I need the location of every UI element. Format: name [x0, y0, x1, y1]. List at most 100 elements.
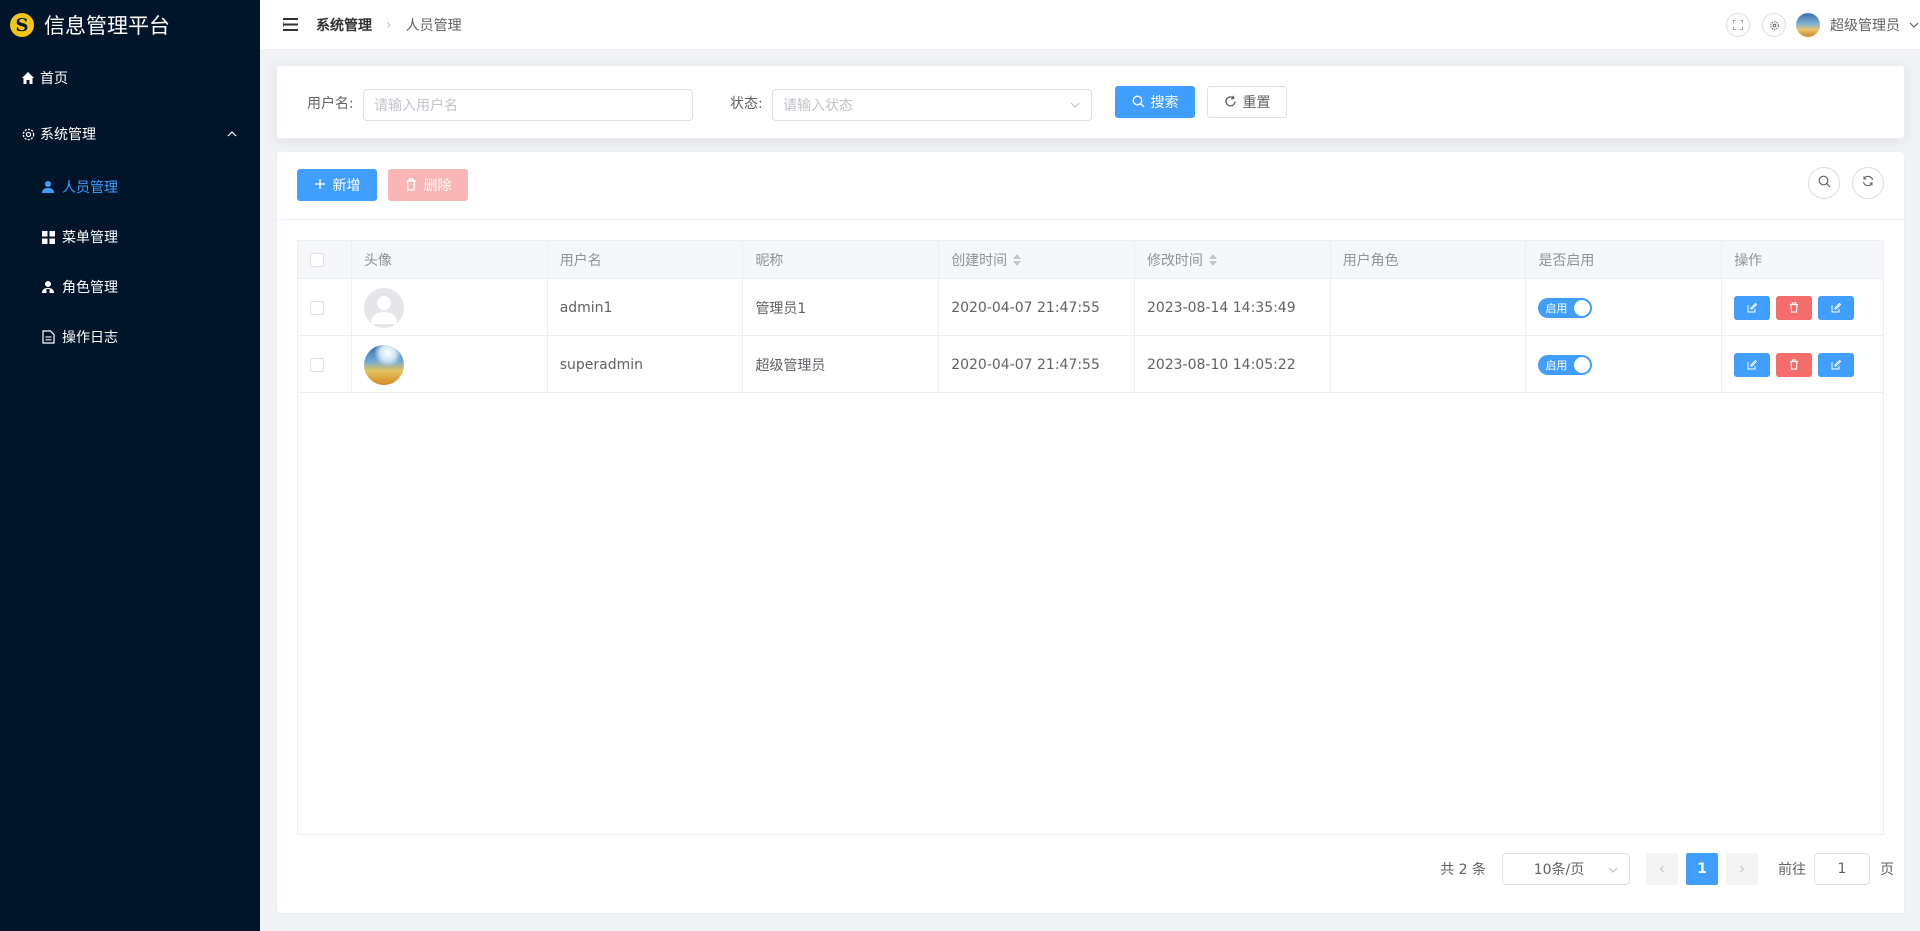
sidebar-item-label: 角色管理 [62, 280, 118, 296]
username-input[interactable]: 请输入用户名 [363, 89, 693, 121]
delete-row-button[interactable] [1776, 352, 1813, 377]
refresh-icon [1224, 95, 1238, 109]
jump-input[interactable]: 1 [1814, 853, 1870, 885]
edit-button[interactable] [1734, 352, 1771, 377]
switch-label: 启用 [1545, 358, 1568, 372]
plus-icon [314, 178, 328, 192]
add-button[interactable]: 新增 [297, 169, 377, 201]
grid-icon [40, 229, 56, 245]
username-label: 用户名: [307, 96, 354, 112]
edit-button[interactable] [1734, 295, 1771, 320]
sidebar-item-system[interactable]: 系统管理 [0, 106, 260, 162]
pagination-total: 共 2 条 [1440, 862, 1486, 878]
app-title: 信息管理平台 [44, 14, 170, 38]
enabled-cell: 启用 [1526, 336, 1723, 393]
user-icon [40, 179, 56, 195]
add-button-label: 新增 [332, 178, 361, 194]
column-header-label: 修改时间 [1146, 253, 1203, 269]
username-cell: superadmin [548, 336, 744, 393]
hamburger-icon[interactable] [282, 17, 298, 33]
breadcrumb: 系统管理 › 人员管理 [316, 15, 462, 35]
sidebar-item-menus[interactable]: 菜单管理 [0, 212, 260, 262]
assign-button[interactable] [1818, 295, 1855, 320]
brand[interactable]: S 信息管理平台 [0, 0, 260, 50]
username-placeholder: 请输入用户名 [374, 98, 458, 114]
created-cell: 2020-04-07 21:47:55 [939, 336, 1135, 393]
gear-icon [20, 126, 36, 142]
avatar[interactable] [363, 344, 404, 385]
column-header: 昵称 [743, 241, 940, 279]
column-header: 头像 [352, 241, 548, 279]
breadcrumb-item: 人员管理 [405, 17, 462, 34]
pagination: 共 2 条 10条/页 1 前往 1 页 [1440, 852, 1904, 886]
top-header: 系统管理 › 人员管理 超级管理员 [260, 0, 1920, 50]
enabled-switch[interactable]: 启用 [1538, 354, 1593, 375]
sidebar-item-roles[interactable]: 角色管理 [0, 262, 260, 312]
switch-knob [1574, 356, 1591, 373]
settings-icon[interactable] [1762, 13, 1786, 37]
select-all-checkbox[interactable] [310, 253, 324, 267]
table-row: superadmin 超级管理员 2020-04-07 21:47:55 202… [298, 336, 1883, 393]
avatar[interactable] [363, 287, 404, 328]
sidebar: S 信息管理平台 首页 系统管理 人员管理 菜单管理 角色管理 操作日志 [0, 0, 260, 931]
sidebar-item-home[interactable]: 首页 [0, 50, 260, 106]
row-checkbox[interactable] [310, 357, 324, 372]
chevron-down-icon [1607, 864, 1619, 876]
column-header: 用户角色 [1331, 241, 1527, 279]
row-checkbox[interactable] [310, 300, 324, 315]
delete-button[interactable]: 删除 [388, 169, 468, 201]
search-toggle-button[interactable] [1808, 167, 1840, 199]
page-number[interactable]: 1 [1686, 853, 1718, 885]
column-header-created[interactable]: 创建时间 [939, 241, 1135, 279]
avatar[interactable] [1796, 13, 1820, 37]
user-table: 头像 用户名 昵称 创建时间 修改时间 用户角色 是否启用 操作 admin1 … [297, 240, 1884, 835]
prev-page-button[interactable] [1646, 853, 1678, 885]
edit-icon [1831, 359, 1842, 369]
search-button[interactable]: 搜索 [1115, 86, 1195, 118]
trash-icon [1790, 302, 1799, 313]
divider [277, 219, 1904, 220]
edit-icon [1747, 302, 1758, 312]
column-header-modified[interactable]: 修改时间 [1135, 241, 1331, 279]
avatar-cell [352, 279, 548, 336]
enabled-switch[interactable]: 启用 [1538, 297, 1593, 318]
edit-icon [1831, 302, 1842, 312]
switch-knob [1574, 299, 1591, 316]
column-header: 用户名 [548, 241, 744, 279]
role-cell [1331, 279, 1527, 336]
column-header: 操作 [1734, 253, 1763, 269]
reset-button[interactable]: 重置 [1207, 86, 1287, 118]
switch-label: 启用 [1545, 301, 1568, 315]
sidebar-item-label: 人员管理 [62, 180, 118, 196]
role-icon [40, 279, 56, 295]
status-select[interactable]: 请输入状态 [772, 89, 1092, 121]
refresh-button[interactable] [1852, 167, 1884, 199]
user-name[interactable]: 超级管理员 [1830, 15, 1900, 35]
sidebar-item-logs[interactable]: 操作日志 [0, 312, 260, 362]
sidebar-item-users[interactable]: 人员管理 [0, 162, 260, 212]
logo-icon: S [10, 13, 34, 37]
sort-icon[interactable] [1013, 254, 1022, 266]
modified-cell: 2023-08-14 14:35:49 [1135, 279, 1331, 336]
chevron-left-icon [1659, 865, 1664, 873]
sidebar-item-label: 系统管理 [40, 127, 96, 143]
assign-button[interactable] [1818, 352, 1855, 377]
actions-cell [1722, 279, 1883, 336]
page-size-select[interactable]: 10条/页 [1502, 853, 1630, 885]
sort-icon[interactable] [1208, 254, 1217, 266]
select-cell [298, 279, 352, 336]
next-page-button[interactable] [1726, 853, 1758, 885]
home-icon [20, 70, 36, 86]
role-cell [1331, 336, 1527, 393]
table-panel: 新增 删除 头像 用户名 昵称 创建时间 修改时间 用户角色 是否启用 操作 a… [276, 151, 1905, 914]
delete-row-button[interactable] [1776, 295, 1813, 320]
chevron-down-icon[interactable] [1908, 19, 1920, 31]
search-button-label: 搜索 [1150, 95, 1179, 111]
nickname-cell: 超级管理员 [743, 336, 940, 393]
select-all-cell [298, 241, 352, 279]
breadcrumb-item[interactable]: 系统管理 [316, 15, 372, 35]
search-panel: 用户名: 请输入用户名 状态: 请输入状态 搜索 重置 [276, 65, 1905, 139]
fullscreen-icon[interactable] [1726, 13, 1750, 37]
delete-button-label: 删除 [423, 178, 452, 194]
actions-cell [1722, 336, 1883, 393]
